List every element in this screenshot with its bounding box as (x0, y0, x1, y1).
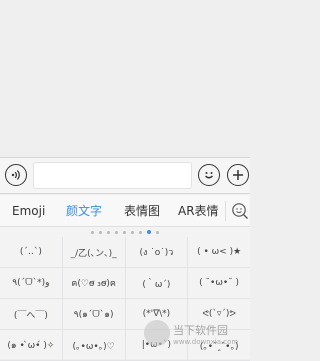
message-input[interactable] (33, 162, 192, 189)
tab-divider (225, 201, 226, 221)
kaomoji-cell[interactable]: (๑ • ̀ω•́ )✧ (0, 330, 63, 360)
kaomoji-row: (￣へ￣) ٩(๑ˊᗜˋ๑) (*'∇\*) ᕙ(`▿´)ᕗ (0, 299, 250, 330)
page-dot (123, 230, 126, 234)
tab-ar-emoji[interactable]: AR表情 (178, 195, 219, 227)
emoji-button[interactable] (198, 164, 220, 186)
page-indicator (0, 228, 250, 236)
page-dot (131, 230, 134, 234)
tab-kaomoji[interactable]: 颜文字 (66, 195, 102, 227)
kaomoji-cell[interactable]: ٩(ˊᗜˋ*)و (0, 268, 63, 298)
page-dot (99, 230, 102, 234)
kaomoji-cell[interactable]: |•ω•`) (126, 330, 189, 360)
kaomoji-cell[interactable]: (ง ˙o˙)ว (126, 237, 189, 267)
emoji-tab-bar: Emoji 颜文字 表情图 AR表情 (0, 195, 250, 227)
search-emoji-icon[interactable] (231, 202, 249, 220)
plus-icon (233, 170, 243, 180)
kaomoji-cell[interactable]: ( • ω< )★ (188, 237, 250, 267)
kaomoji-cell[interactable]: (´‥`) (0, 237, 63, 267)
voice-button[interactable] (5, 164, 27, 186)
kaomoji-cell[interactable]: (｡•ω•｡)♡ (63, 330, 126, 360)
chat-area (0, 0, 250, 157)
kaomoji-cell[interactable]: (*'∇\*) (126, 299, 189, 329)
kaomoji-panel: (´‥`) _/乙(､ン､)_ (ง ˙o˙)ว( • ω< )★ ٩(ˊᗜˋ*)و ฅ… (0, 227, 250, 361)
kaomoji-row: (๑ • ̀ω•́ )✧ (｡•ω•｡)♡ |•ω•`) (｡•ˇ‸ˇ•｡) (0, 330, 250, 361)
page-dot (147, 230, 151, 234)
kaomoji-cell[interactable]: ( ˘•ω•˘ ) (188, 268, 250, 298)
voice-icon (11, 170, 20, 180)
smiley-icon (205, 172, 213, 179)
tab-sticker[interactable]: 表情图 (124, 195, 160, 227)
kaomoji-cell[interactable]: (｀ω´) (126, 268, 189, 298)
page-dot (107, 230, 110, 234)
kaomoji-grid: (´‥`) _/乙(､ン､)_ (ง ˙o˙)ว( • ω< )★ ٩(ˊᗜˋ*)و ฅ… (0, 237, 250, 361)
kaomoji-row: (´‥`) _/乙(､ン､)_ (ง ˙o˙)ว( • ω< )★ (0, 237, 250, 268)
kaomoji-cell[interactable]: ᕙ(`▿´)ᕗ (188, 299, 250, 329)
plus-button[interactable] (227, 164, 249, 186)
page-dot (139, 230, 142, 234)
kaomoji-cell[interactable]: (￣へ￣) (0, 299, 63, 329)
page-dot (91, 230, 94, 234)
page-dot (156, 230, 159, 234)
tab-emoji[interactable]: Emoji (12, 195, 45, 227)
kaomoji-cell[interactable]: ٩(๑ˊᗜˋ๑) (63, 299, 126, 329)
page-dot (115, 230, 118, 234)
kaomoji-cell[interactable]: (｡•ˇ‸ˇ•｡) (188, 330, 250, 360)
input-bar (0, 157, 250, 194)
kaomoji-cell[interactable]: _/乙(､ン､)_ (63, 237, 126, 267)
kaomoji-cell[interactable]: ฅ(♡ơ̴ ₃ơ̴)ฅ (63, 268, 126, 298)
kaomoji-row: ٩(ˊᗜˋ*)و ฅ(♡ơ̴ ₃ơ̴)ฅ (｀ω´)( ˘•ω•˘ ) (0, 268, 250, 299)
